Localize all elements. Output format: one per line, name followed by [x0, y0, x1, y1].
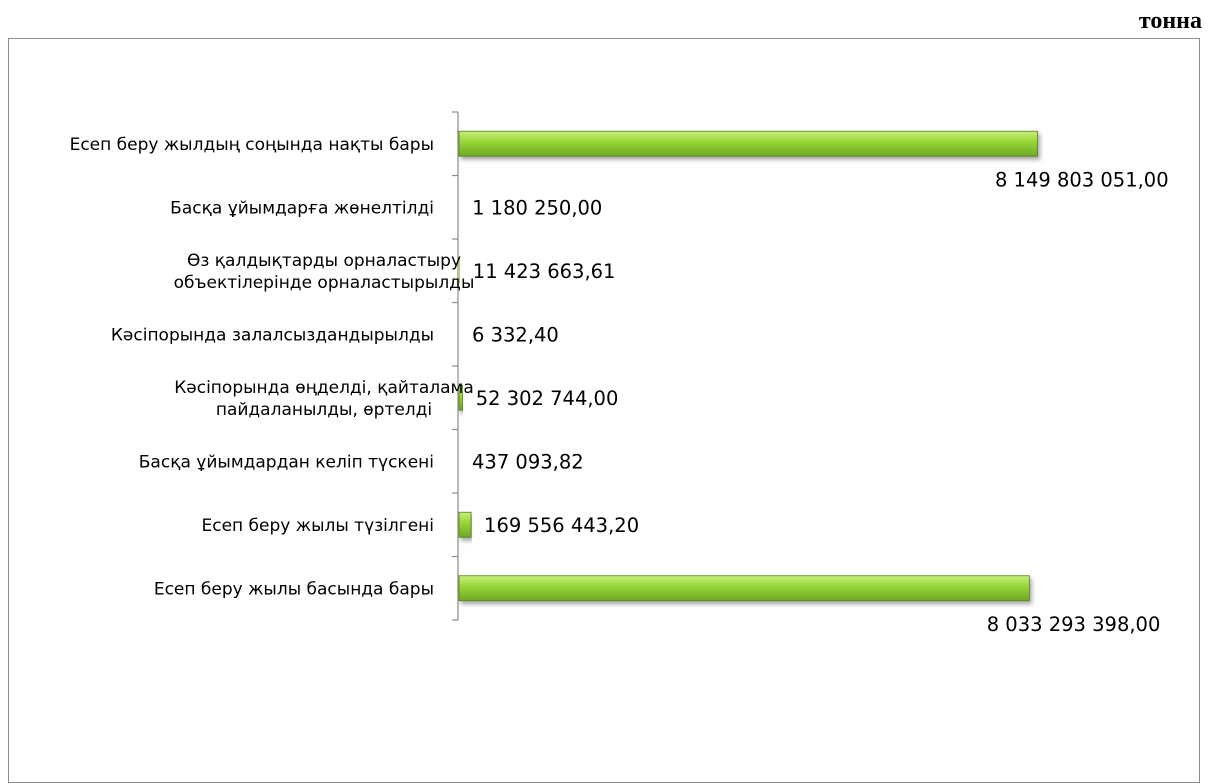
data-label: 6 332,40 [472, 323, 559, 346]
category-label-line: Өз қалдықтарды орналастыру [187, 251, 461, 271]
category-label: Басқа ұйымдарға жөнелтілді [170, 198, 434, 218]
data-label: 169 556 443,20 [484, 514, 639, 537]
category-label: Есеп беру жылдың соңында нақты бары [70, 135, 434, 155]
category-label-line: Есеп беру жылы түзілгені [201, 516, 434, 536]
category-label: Өз қалдықтарды орналастыру объектілерінде… [174, 251, 475, 293]
category-label: Басқа ұйымдардан келіп түскені [139, 452, 434, 472]
data-label: 8 149 803 051,00 [995, 168, 1169, 191]
bar [458, 575, 1030, 602]
category-label-line: Басқа ұйымдардан келіп түскені [139, 452, 434, 472]
data-label: 11 423 663,61 [473, 260, 616, 283]
data-label: 1 180 250,00 [472, 196, 602, 219]
bar-chart: 8 033 293 398,00 Есеп беру жылы басында б… [70, 111, 1169, 636]
category-label-line: Кәсіпорында залалсыздандырылды [111, 325, 434, 345]
data-label: 52 302 744,00 [476, 387, 619, 410]
category-label: Есеп беру жылы түзілгені [201, 516, 434, 536]
category-label: Есеп беру жылы басында бары [154, 579, 434, 599]
category-label-line: Кәсіпорында өңделді, қайталама [174, 378, 474, 398]
category-label-line: пайдаланылды, өртелді [216, 400, 432, 420]
category-label: Кәсіпорында залалсыздандырылды [111, 325, 434, 345]
bar [458, 130, 1039, 157]
category-label-line: Есеп беру жылы басында бары [154, 579, 434, 599]
category-label: Кәсіпорында өңделді, қайталама пайдаланыл… [174, 378, 474, 420]
category-label-line: объектілерінде орналастырылды [174, 273, 475, 293]
bar [458, 511, 472, 538]
category-label-line: Есеп беру жылдың соңында нақты бары [70, 135, 434, 155]
data-label: 8 033 293 398,00 [987, 613, 1161, 636]
category-label-line: Басқа ұйымдарға жөнелтілді [170, 198, 434, 218]
data-label: 437 093,82 [472, 450, 584, 473]
